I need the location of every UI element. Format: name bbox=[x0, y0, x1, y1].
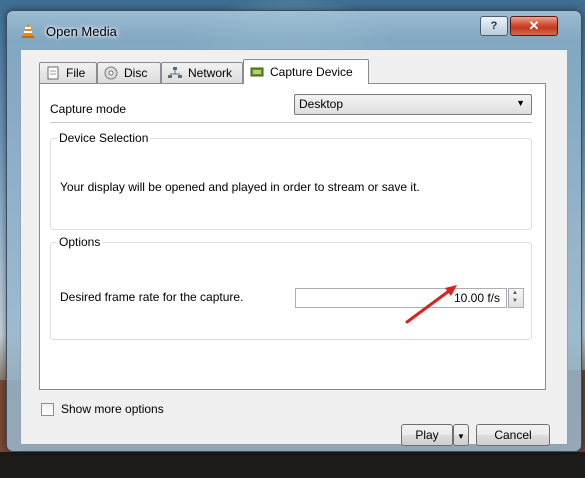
frame-rate-label: Desired frame rate for the capture. bbox=[60, 290, 244, 304]
tab-capture-device-label: Capture Device bbox=[270, 65, 353, 79]
help-button[interactable]: ? bbox=[480, 16, 508, 36]
capture-device-panel: Capture mode Desktop ▼ Device Selection … bbox=[39, 83, 546, 390]
tab-disc[interactable]: Disc bbox=[97, 62, 161, 83]
vlc-cone-icon bbox=[22, 23, 34, 38]
dialog-client-area: File Disc Network Capture Device Capture… bbox=[20, 49, 568, 446]
capture-mode-value: Desktop bbox=[299, 97, 344, 111]
capture-mode-label: Capture mode bbox=[50, 102, 127, 116]
options-group: Options Desired frame rate for the captu… bbox=[50, 235, 532, 340]
play-dropdown-arrow-icon: ▼ bbox=[457, 432, 465, 441]
file-icon bbox=[47, 66, 59, 80]
chevron-down-icon: ▼ bbox=[516, 98, 525, 108]
tab-capture-device[interactable]: Capture Device bbox=[243, 59, 369, 84]
background-ground bbox=[0, 452, 585, 478]
capture-mode-select[interactable]: Desktop ▼ bbox=[294, 94, 532, 115]
tab-network[interactable]: Network bbox=[161, 62, 243, 83]
cancel-button-label: Cancel bbox=[494, 428, 532, 442]
spin-down-icon[interactable]: ▼ bbox=[512, 298, 518, 304]
capture-device-icon bbox=[250, 67, 264, 77]
network-icon bbox=[168, 67, 182, 78]
window-title: Open Media bbox=[46, 24, 117, 39]
spin-up-icon[interactable]: ▲ bbox=[512, 290, 518, 296]
show-more-options-label[interactable]: Show more options bbox=[61, 402, 164, 416]
device-selection-group: Device Selection Your display will be op… bbox=[50, 131, 532, 230]
show-more-options-checkbox[interactable] bbox=[41, 403, 54, 416]
disc-icon bbox=[104, 66, 118, 80]
tab-file[interactable]: File bbox=[39, 62, 97, 83]
frame-rate-input[interactable]: 10.00 f/s bbox=[295, 288, 507, 308]
frame-rate-value: 10.00 f/s bbox=[453, 291, 500, 305]
tab-file-label: File bbox=[66, 66, 86, 80]
device-selection-title: Device Selection bbox=[57, 131, 151, 145]
frame-rate-spinner[interactable]: ▲ ▼ bbox=[508, 288, 524, 308]
cancel-button[interactable]: Cancel bbox=[476, 424, 550, 446]
tab-disc-label: Disc bbox=[124, 66, 148, 80]
options-title: Options bbox=[57, 235, 103, 249]
play-dropdown-button[interactable]: ▼ bbox=[453, 424, 469, 446]
tab-network-label: Network bbox=[188, 66, 233, 80]
open-media-dialog: Open Media ? ✕ File Disc Network Capture… bbox=[6, 10, 582, 452]
device-selection-text: Your display will be opened and played i… bbox=[60, 180, 420, 194]
play-button-label: Play bbox=[415, 428, 439, 442]
play-button[interactable]: Play bbox=[401, 424, 453, 446]
title-bar[interactable]: Open Media ? ✕ bbox=[7, 11, 581, 43]
close-button[interactable]: ✕ bbox=[510, 16, 558, 36]
separator bbox=[50, 122, 532, 123]
